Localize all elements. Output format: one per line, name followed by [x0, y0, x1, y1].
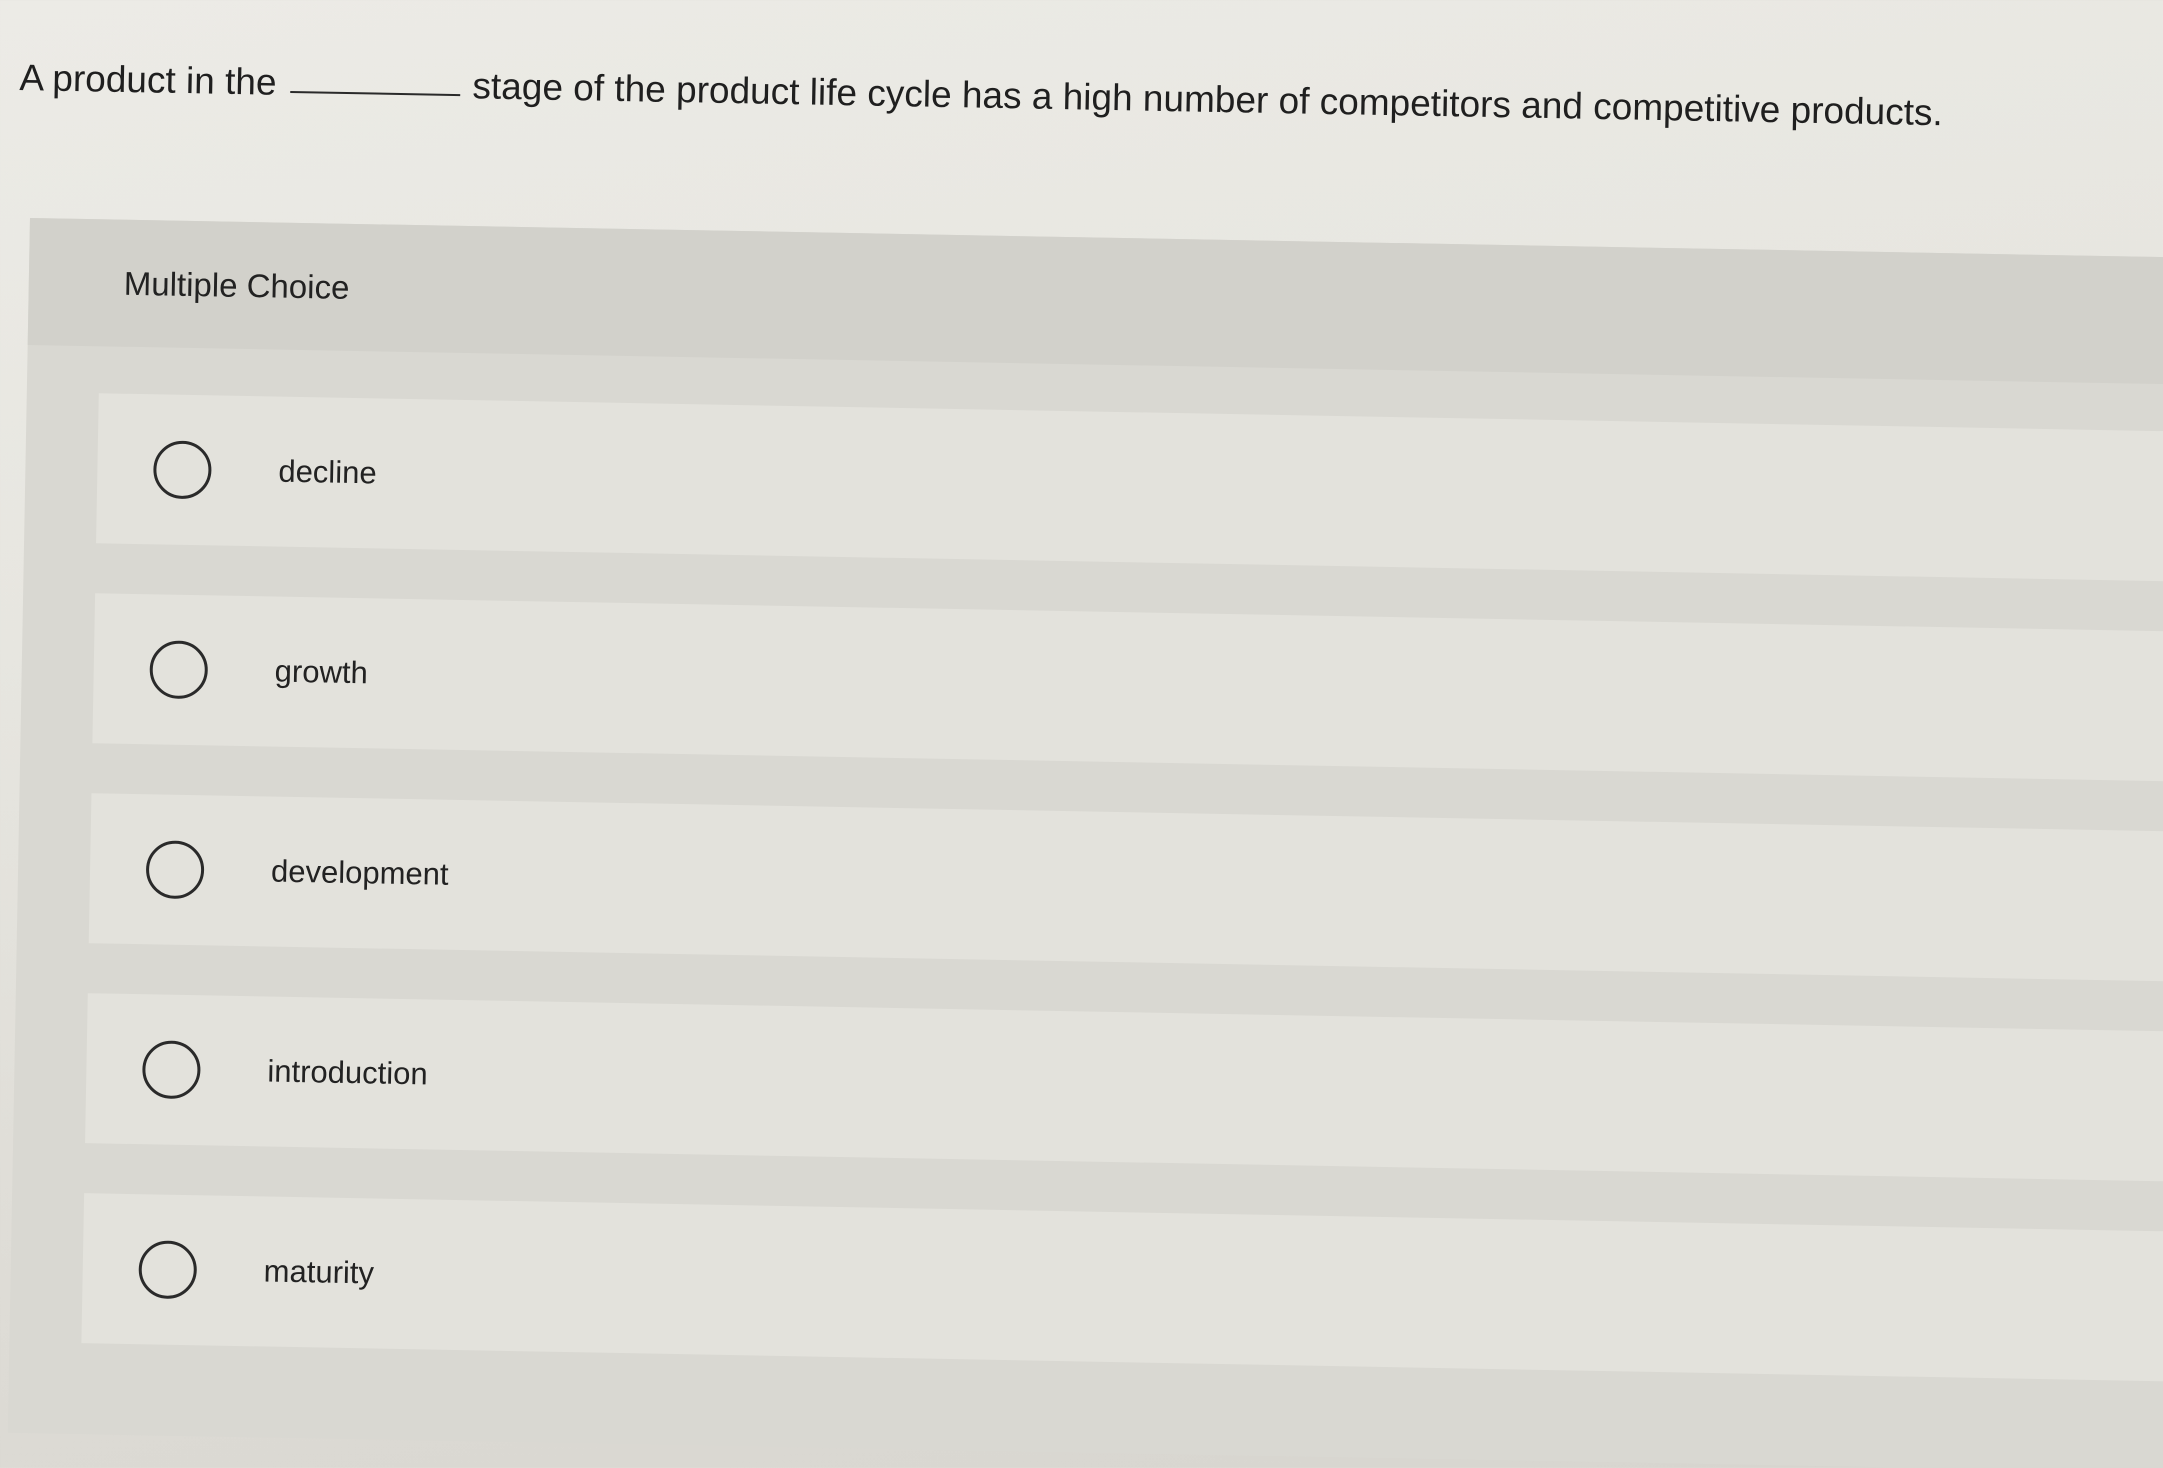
- choice-label: maturity: [263, 1253, 375, 1291]
- radio-button-icon[interactable]: [145, 840, 205, 900]
- choice-list: decline growth development introduction …: [9, 345, 2163, 1382]
- choice-option-decline[interactable]: decline: [96, 393, 2163, 583]
- choice-option-introduction[interactable]: introduction: [85, 993, 2163, 1183]
- choice-option-maturity[interactable]: maturity: [81, 1193, 2163, 1382]
- question-text: A product in the stage of the product lif…: [19, 48, 2060, 145]
- choice-label: decline: [278, 453, 377, 491]
- radio-button-icon[interactable]: [141, 1040, 201, 1100]
- choice-option-development[interactable]: development: [88, 793, 2163, 983]
- answer-blank: [290, 90, 461, 97]
- choice-label: development: [270, 853, 449, 892]
- question-text-after-blank: stage of the product life cycle has a hi…: [472, 65, 1944, 134]
- choice-label: introduction: [267, 1053, 428, 1092]
- radio-button-icon[interactable]: [152, 440, 212, 500]
- choice-option-growth[interactable]: growth: [92, 593, 2163, 783]
- choice-label: growth: [274, 653, 369, 691]
- radio-button-icon[interactable]: [149, 640, 209, 700]
- radio-button-icon[interactable]: [138, 1240, 198, 1300]
- multiple-choice-panel: Multiple Choice decline growth developme…: [7, 218, 2163, 1468]
- question-text-before-blank: A product in the: [19, 56, 277, 103]
